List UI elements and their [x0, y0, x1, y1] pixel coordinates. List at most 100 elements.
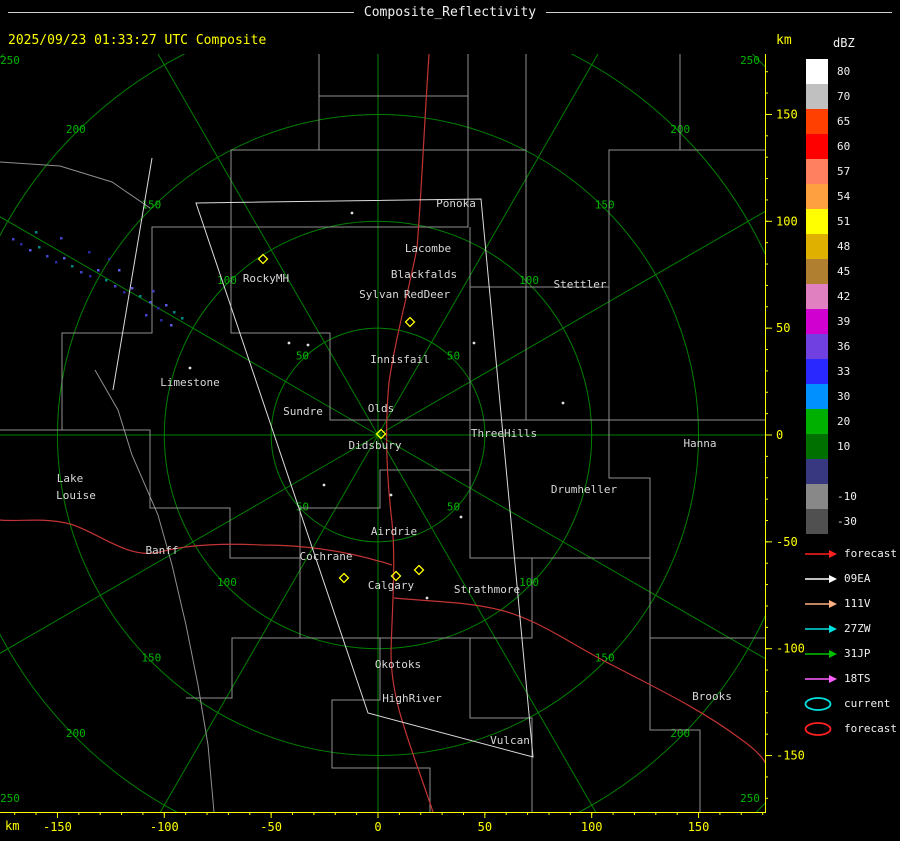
timestamp-label: 2025/09/23 01:33:27 UTC Composite — [8, 33, 266, 48]
city-label: Calgary — [368, 579, 415, 592]
dbz-value-label: 36 — [837, 340, 850, 353]
county-boundary — [95, 370, 214, 812]
dbz-color-swatch — [806, 284, 828, 309]
map-overlay-layer: PonokaLacombeBlackfaldsSylvanRedDeerRock… — [12, 197, 732, 747]
dbz-value-label: 57 — [837, 165, 850, 178]
city-label: Innisfail — [370, 353, 430, 366]
symbol-label: current — [844, 697, 890, 710]
symbol-label: 31JP — [844, 647, 871, 660]
range-label: 100 — [519, 274, 539, 287]
station-dot — [288, 342, 291, 345]
range-label: 150 — [595, 652, 615, 665]
station-dot — [460, 516, 463, 519]
range-label: 200 — [670, 727, 690, 740]
dbz-value-label: 33 — [837, 365, 850, 378]
symbol-legend-row: forecast — [804, 716, 900, 741]
radar-echo — [38, 246, 41, 249]
dbz-scale-entry: 42 — [806, 284, 898, 309]
title-rule-right — [546, 12, 892, 13]
azimuth-line — [378, 0, 788, 435]
city-label: Olds — [368, 402, 395, 415]
radar-echo — [89, 275, 92, 278]
symbol-label: 111V — [844, 597, 871, 610]
position-ellipse-icon — [804, 721, 838, 737]
county-boundary — [319, 54, 468, 96]
dbz-legend-panel: dBZ 80706560575451484542393633302010-10-… — [806, 36, 898, 534]
radar-echo — [165, 304, 168, 307]
dbz-scale-entry: 48 — [806, 234, 898, 259]
symbol-label: forecast — [844, 547, 897, 560]
dbz-color-swatch — [806, 509, 828, 534]
x-axis-tick-label: -50 — [260, 820, 282, 834]
radar-echo — [71, 265, 74, 268]
window-title: Composite_Reflectivity — [364, 5, 536, 20]
azimuth-line — [0, 0, 378, 435]
dbz-color-swatch — [806, 409, 828, 434]
dbz-scale-entry: -10 — [806, 484, 898, 509]
radar-display[interactable]: 5050505010010010010015015015015020020020… — [0, 0, 900, 841]
radar-application-window: 5050505010010010010015015015015020020020… — [0, 0, 900, 841]
dbz-value-label: 51 — [837, 215, 850, 228]
dbz-scale: 80706560575451484542393633302010-10-30 — [806, 59, 898, 534]
radar-echo — [152, 290, 155, 293]
dbz-value-label: 80 — [837, 65, 850, 78]
y-axis-tick-label: -100 — [776, 642, 805, 656]
radar-echo — [97, 269, 100, 272]
range-label: 50 — [447, 501, 460, 514]
dbz-scale-entry: 80 — [806, 59, 898, 84]
dbz-value-label: 42 — [837, 290, 850, 303]
track-arrow-icon — [804, 646, 838, 662]
range-label: 250 — [0, 792, 20, 805]
dbz-value-label: 20 — [837, 415, 850, 428]
dbz-color-swatch — [806, 359, 828, 384]
city-label: Brooks — [692, 690, 732, 703]
county-boundary — [319, 96, 468, 150]
radar-echo — [20, 243, 23, 246]
dbz-value-label: 45 — [837, 265, 850, 278]
city-label: ThreeHills — [471, 427, 537, 440]
city-label: Drumheller — [551, 483, 618, 496]
city-label: Limestone — [160, 376, 220, 389]
radar-echo — [118, 269, 121, 272]
range-label: 50 — [296, 349, 309, 362]
dbz-scale-entry: 33 — [806, 359, 898, 384]
station-dot — [307, 344, 310, 347]
range-label: 100 — [217, 576, 237, 589]
symbol-label: 18TS — [844, 672, 871, 685]
dbz-scale-entry: 30 — [806, 384, 898, 409]
y-axis-tick-label: 100 — [776, 214, 798, 228]
dbz-color-swatch — [806, 259, 828, 284]
symbol-legend-row: 111V — [804, 591, 900, 616]
city-label: RedDeer — [404, 288, 451, 301]
range-label: 200 — [66, 727, 86, 740]
radar-echo — [88, 251, 91, 254]
dbz-color-swatch — [806, 184, 828, 209]
dbz-value-label: 60 — [837, 140, 850, 153]
dbz-color-swatch — [806, 84, 828, 109]
x-axis-tick-label: -100 — [150, 820, 179, 834]
dbz-scale-entry: 54 — [806, 184, 898, 209]
azimuth-line — [0, 25, 378, 435]
radar-echo — [55, 261, 58, 264]
radar-echo — [181, 317, 184, 320]
track-arrow-icon — [804, 546, 838, 562]
city-label: Strathmore — [454, 583, 520, 596]
dbz-color-swatch — [806, 209, 828, 234]
dbz-scale-entry: 60 — [806, 134, 898, 159]
county-boundary — [470, 287, 526, 420]
radar-echo — [157, 307, 160, 310]
x-axis-tick-label: 50 — [478, 820, 492, 834]
city-label: Stettler — [554, 278, 607, 291]
dbz-scale-entry: -30 — [806, 509, 898, 534]
dbz-scale-entry: 10 — [806, 434, 898, 459]
dbz-value-label: 48 — [837, 240, 850, 253]
range-label: 250 — [740, 54, 760, 67]
dbz-scale-entry: 36 — [806, 334, 898, 359]
y-axis-tick-label: 0 — [776, 428, 783, 442]
x-axis-tick-label: 150 — [688, 820, 710, 834]
city-label: Hanna — [683, 437, 716, 450]
dbz-value-label: 10 — [837, 440, 850, 453]
dbz-value-label: 54 — [837, 190, 850, 203]
dbz-color-swatch — [806, 134, 828, 159]
radar-echo — [105, 279, 108, 282]
